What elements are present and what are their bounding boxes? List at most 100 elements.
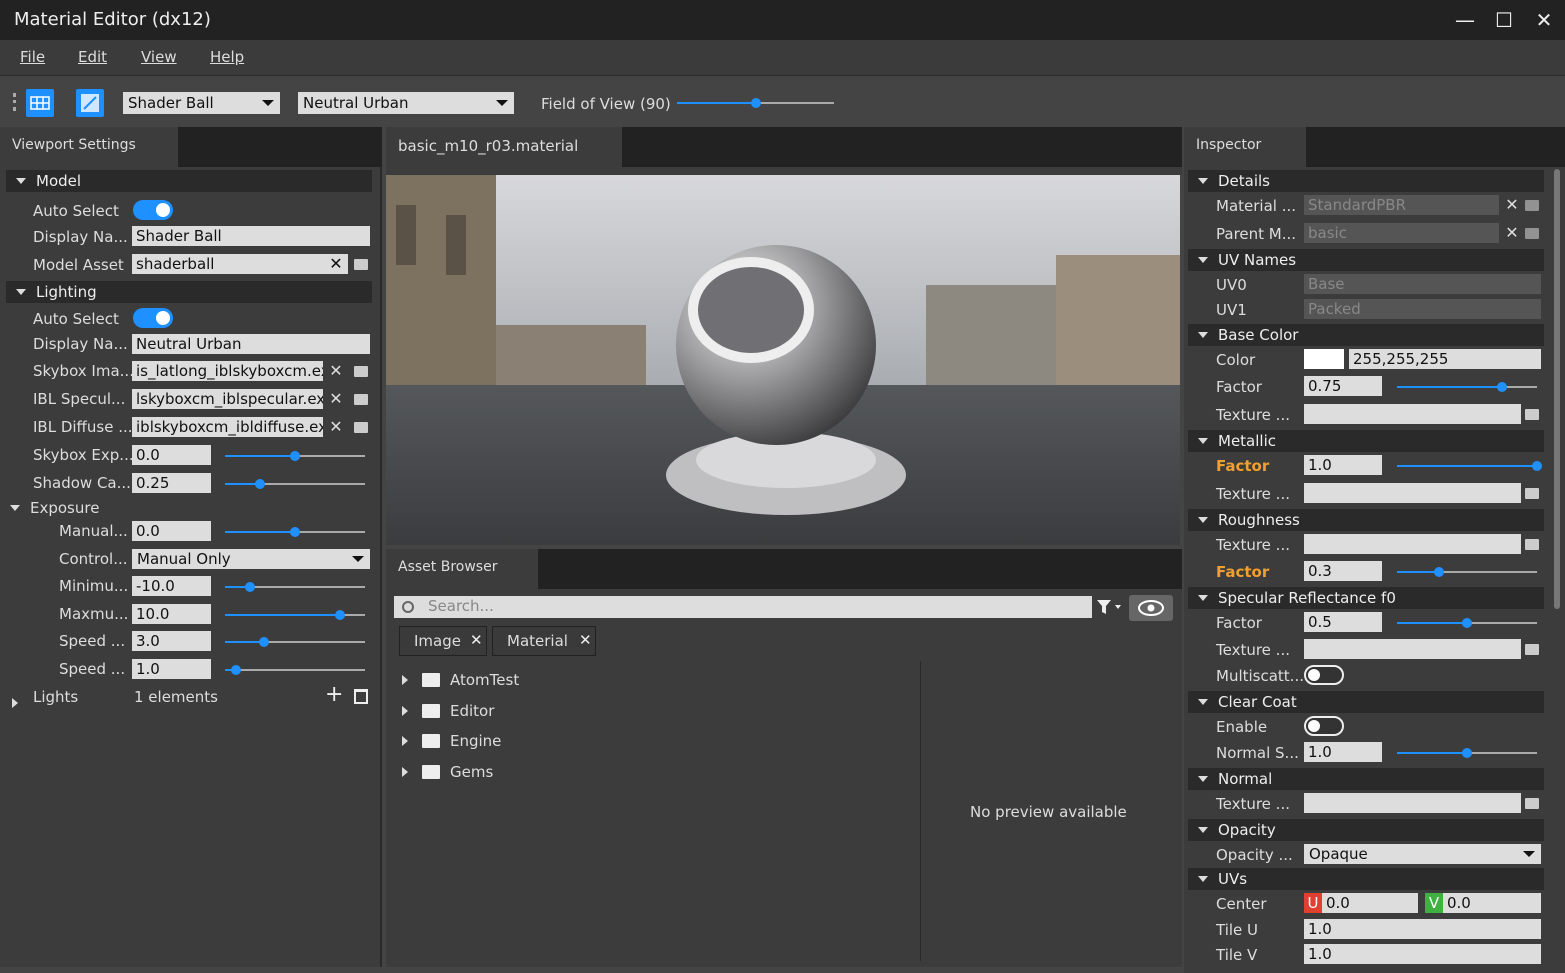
clear-coat-enable-toggle[interactable] bbox=[1304, 716, 1344, 736]
browse-folder-icon[interactable] bbox=[1525, 798, 1539, 809]
shadow-catcher-slider[interactable] bbox=[225, 479, 365, 489]
trash-icon[interactable] bbox=[354, 689, 368, 704]
metallic-factor-slider[interactable] bbox=[1397, 461, 1542, 471]
menu-view[interactable]: View bbox=[141, 48, 177, 66]
remove-filter-icon[interactable]: ✕ bbox=[579, 631, 592, 649]
menu-edit[interactable]: Edit bbox=[78, 48, 107, 66]
section-uvs[interactable]: UVs bbox=[1188, 868, 1544, 890]
clear-coat-normal-slider[interactable] bbox=[1397, 748, 1537, 758]
skybox-exposure-input[interactable]: 0.0 bbox=[132, 445, 211, 465]
fov-slider[interactable] bbox=[677, 98, 834, 108]
section-roughness[interactable]: Roughness bbox=[1188, 509, 1544, 531]
lighting-auto-select-toggle[interactable] bbox=[133, 308, 173, 328]
section-specular[interactable]: Specular Reflectance f0 bbox=[1188, 587, 1544, 609]
roughness-texture-input[interactable] bbox=[1304, 534, 1521, 554]
browse-folder-icon[interactable] bbox=[1525, 539, 1539, 550]
scrollbar[interactable] bbox=[1554, 169, 1560, 609]
clear-icon[interactable]: ✕ bbox=[326, 389, 346, 409]
grid-icon[interactable] bbox=[26, 89, 54, 117]
tree-item[interactable]: Editor bbox=[400, 700, 900, 722]
slider-thumb[interactable] bbox=[1462, 748, 1472, 758]
browse-folder-icon[interactable] bbox=[1525, 228, 1539, 239]
ibl-specular-input[interactable]: lskyboxcm_iblspecular.exr bbox=[132, 389, 323, 409]
color-swatch[interactable] bbox=[1304, 349, 1344, 369]
tree-item[interactable]: Engine bbox=[400, 730, 900, 752]
exposure-slider[interactable] bbox=[225, 609, 365, 620]
splitter[interactable] bbox=[920, 661, 921, 961]
skybox-image-input[interactable]: is_latlong_iblskyboxcm.exr bbox=[132, 361, 323, 381]
shadow-catcher-icon[interactable] bbox=[76, 89, 104, 117]
add-icon[interactable]: + bbox=[325, 684, 343, 706]
slider-thumb[interactable] bbox=[231, 664, 242, 675]
color-value-input[interactable]: 255,255,255 bbox=[1349, 349, 1541, 369]
specular-texture-input[interactable] bbox=[1304, 639, 1521, 659]
exposure-value-input[interactable]: 0.0 bbox=[132, 521, 211, 541]
center-u-input[interactable]: 0.0 bbox=[1322, 893, 1418, 913]
browse-folder-icon[interactable] bbox=[1525, 409, 1539, 420]
expand-icon[interactable] bbox=[402, 766, 408, 777]
specular-factor-input[interactable]: 0.5 bbox=[1304, 612, 1382, 632]
expand-icon[interactable] bbox=[402, 736, 408, 746]
metallic-factor-input[interactable]: 1.0 bbox=[1304, 455, 1382, 475]
tab-inspector[interactable]: Inspector bbox=[1184, 127, 1306, 167]
material-type-input[interactable]: StandardPBR bbox=[1304, 195, 1499, 215]
skybox-exposure-slider[interactable] bbox=[225, 451, 365, 461]
model-asset-input[interactable]: shaderball bbox=[132, 254, 348, 274]
base-color-texture-input[interactable] bbox=[1304, 404, 1521, 424]
lighting-display-name-input[interactable]: Neutral Urban bbox=[132, 334, 370, 354]
browse-folder-icon[interactable] bbox=[354, 394, 368, 405]
expand-icon[interactable] bbox=[402, 705, 408, 716]
exposure-value-input[interactable]: 10.0 bbox=[132, 603, 211, 624]
tile-v-input[interactable]: 1.0 bbox=[1304, 944, 1541, 964]
exposure-slider[interactable] bbox=[225, 527, 365, 537]
slider-thumb[interactable] bbox=[334, 609, 345, 620]
normal-texture-input[interactable] bbox=[1304, 793, 1521, 813]
slider-thumb[interactable] bbox=[1497, 382, 1507, 392]
maximize-icon[interactable]: ☐ bbox=[1489, 6, 1519, 34]
parent-material-input[interactable]: basic bbox=[1304, 223, 1499, 243]
browse-folder-icon[interactable] bbox=[354, 259, 368, 270]
tab-material-document[interactable]: basic_m10_r03.material bbox=[386, 127, 622, 167]
slider-thumb[interactable] bbox=[1532, 461, 1542, 471]
opacity-mode-combo[interactable]: Opaque bbox=[1304, 844, 1541, 864]
lights-expand-icon[interactable] bbox=[12, 693, 18, 711]
visibility-toggle[interactable] bbox=[1129, 595, 1173, 621]
browse-folder-icon[interactable] bbox=[1525, 644, 1539, 655]
menu-file[interactable]: File bbox=[20, 48, 45, 66]
slider-thumb[interactable] bbox=[750, 98, 761, 108]
close-icon[interactable]: ✕ bbox=[1529, 6, 1559, 34]
section-opacity[interactable]: Opacity bbox=[1188, 819, 1544, 841]
clear-icon[interactable]: ✕ bbox=[326, 417, 346, 437]
browse-folder-icon[interactable] bbox=[1525, 200, 1539, 211]
exposure-slider[interactable] bbox=[225, 637, 365, 647]
clear-icon[interactable]: ✕ bbox=[326, 361, 346, 381]
expand-icon[interactable] bbox=[402, 675, 408, 685]
slider-thumb[interactable] bbox=[1434, 567, 1444, 577]
slider-thumb[interactable] bbox=[1462, 618, 1472, 628]
slider-thumb[interactable] bbox=[290, 451, 300, 461]
lighting-combo[interactable]: Neutral Urban bbox=[298, 92, 514, 114]
section-exposure[interactable]: Exposure bbox=[0, 499, 200, 519]
section-model[interactable]: Model bbox=[6, 170, 372, 192]
specular-factor-slider[interactable] bbox=[1397, 618, 1537, 628]
exposure-control-combo[interactable]: Manual Only bbox=[132, 548, 370, 569]
clear-icon[interactable]: ✕ bbox=[1502, 223, 1522, 243]
filter-icon[interactable] bbox=[1097, 600, 1123, 614]
model-combo[interactable]: Shader Ball bbox=[123, 92, 280, 114]
slider-thumb[interactable] bbox=[290, 527, 300, 537]
model-display-name-input[interactable]: Shader Ball bbox=[132, 226, 370, 246]
remove-filter-icon[interactable]: ✕ bbox=[470, 631, 483, 649]
tab-viewport-settings[interactable]: Viewport Settings bbox=[0, 127, 178, 167]
roughness-factor-slider[interactable] bbox=[1397, 567, 1537, 577]
browse-folder-icon[interactable] bbox=[354, 366, 368, 377]
exposure-value-input[interactable]: 3.0 bbox=[132, 631, 211, 651]
exposure-slider[interactable] bbox=[225, 582, 365, 592]
model-auto-select-toggle[interactable] bbox=[133, 200, 173, 220]
exposure-slider[interactable] bbox=[225, 664, 365, 675]
tile-u-input[interactable]: 1.0 bbox=[1304, 919, 1541, 939]
section-details[interactable]: Details bbox=[1188, 170, 1544, 192]
tree-item[interactable]: Gems bbox=[400, 761, 900, 783]
base-color-factor-slider[interactable] bbox=[1397, 382, 1537, 392]
ibl-diffuse-input[interactable]: iblskyboxcm_ibldiffuse.exr bbox=[132, 417, 323, 437]
clear-icon[interactable]: ✕ bbox=[1502, 195, 1522, 215]
